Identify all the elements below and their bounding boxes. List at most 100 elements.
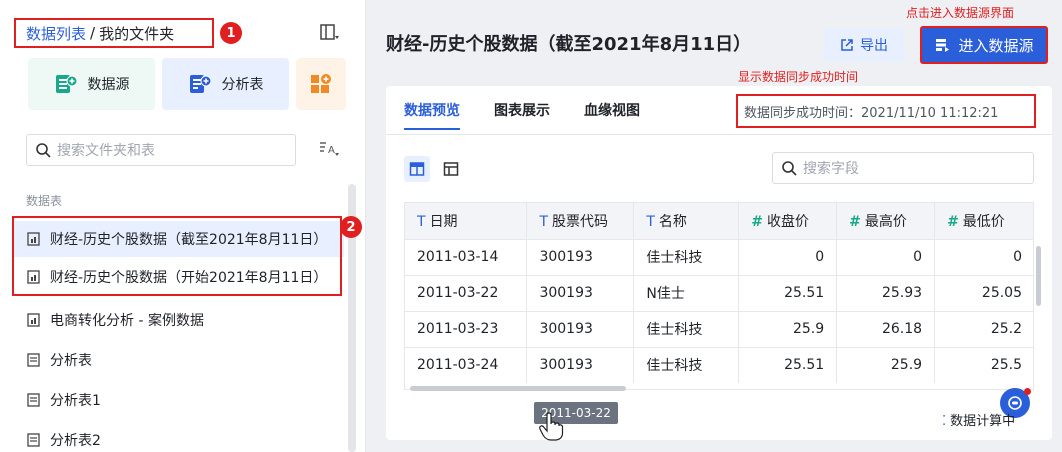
text-type-icon: T [417,213,426,230]
enter-datasource-label: 进入数据源 [958,36,1034,55]
field-search-placeholder: 搜索字段 [803,161,859,177]
data-panel: 数据预览 图表展示 血缘视图 数据同步成功时间：2021/11/10 11:12… [386,86,1052,441]
table-cell[interactable]: 25.51 [738,346,838,383]
table-cell[interactable]: 佳士科技 [633,310,740,347]
sheet-icon [27,353,40,367]
table-cell[interactable]: 佳士科技 [633,238,740,275]
section-label-tables: 数据表 [26,194,63,208]
folder-search-input[interactable]: 搜索文件夹和表 [26,134,296,166]
calculation-status: ⁚ 数据计算中 [942,410,1015,429]
sheet-icon [27,393,40,407]
table-view-icon[interactable] [404,156,430,182]
tab-data-preview[interactable]: 数据预览 [404,100,460,130]
list-item-analysis-2[interactable]: 分析表2 [14,422,344,452]
column-label: 名称 [658,213,687,230]
field-view-icon[interactable] [438,156,464,182]
list-item-analysis[interactable]: 分析表 [14,342,344,378]
table-cell[interactable]: 26.18 [836,310,936,347]
add-datasource-icon [54,72,78,96]
column-label: 股票代码 [552,213,608,230]
table-vertical-scrollbar[interactable] [1036,246,1041,306]
table-cell[interactable]: N佳士 [633,274,740,311]
column-label: 最高价 [864,213,907,230]
add-analysis-button[interactable]: 分析表 [162,58,289,110]
table-row: 2011-03-23 300193 佳士科技 25.9 26.18 25.2 [405,310,1033,347]
table-cell[interactable]: 25.9 [836,346,936,383]
list-item-ecommerce[interactable]: 电商转化分析 - 案例数据 [14,302,344,338]
export-label: 导出 [860,38,888,54]
table-cell[interactable]: 0 [934,238,1033,275]
table-cell[interactable]: 300193 [526,238,635,275]
annotation-badge-1: 1 [220,22,242,44]
table-cell[interactable]: 佳士科技 [633,346,740,383]
text-type-icon: T [646,213,655,230]
chat-icon [1008,396,1022,410]
list-item-label: 分析表2 [50,433,101,449]
annotation-box-items [12,216,342,296]
svg-text:A: A [328,145,335,156]
export-icon [841,39,853,51]
analysis-label: 分析表 [221,77,264,93]
column-header[interactable]: # 最低价 [934,203,1033,239]
column-label: 最低价 [962,213,1005,230]
search-icon [36,143,51,158]
number-type-icon: # [947,213,959,230]
sidebar: 数据列表 / 我的文件夹 1 数据源 分析表 搜索文件夹和表 A 数据表 财经-… [0,0,366,452]
field-search-input[interactable]: 搜索字段 [772,152,1034,184]
export-button[interactable]: 导出 [824,28,904,62]
loading-spinner-icon: ⁚ [942,414,947,429]
number-type-icon: # [751,213,763,230]
enter-datasource-button[interactable]: 进入数据源 [920,26,1048,64]
tab-chart-display[interactable]: 图表展示 [494,100,550,130]
hand-cursor-icon [539,412,564,441]
table-cell[interactable]: 25.9 [738,310,838,347]
dataset-icon [27,313,40,327]
table-cell[interactable]: 300193 [526,274,635,311]
tab-divider [386,134,1052,135]
sort-icon[interactable]: A [318,140,340,158]
table-cell[interactable]: 0 [738,238,838,275]
table-row: 2011-03-14 300193 佳士科技 0 0 0 [405,238,1033,275]
sheet-icon [27,433,40,447]
table-horizontal-scrollbar[interactable] [410,386,626,391]
annotation-badge-2: 2 [340,216,362,238]
table-header-row: T 日期 T 股票代码 T 名称 # 收盘价 # 最高价 # 最低价 [405,203,1033,239]
tab-lineage-view[interactable]: 血缘视图 [584,100,640,130]
tab-bar: 数据预览 图表展示 血缘视图 [404,100,674,130]
column-header[interactable]: # 收盘价 [738,203,838,239]
table-cell[interactable]: 2011-03-24 [405,346,528,383]
column-header[interactable]: T 日期 [405,203,528,239]
table-row: 2011-03-22 300193 N佳士 25.51 25.93 25.05 [405,274,1033,311]
table-cell[interactable]: 300193 [526,346,635,383]
breadcrumb-root-link[interactable]: 数据列表 [26,23,86,44]
list-item-label: 分析表1 [50,393,101,409]
list-item-analysis-1[interactable]: 分析表1 [14,382,344,418]
add-dashboard-button[interactable] [296,58,346,110]
table-cell[interactable]: 25.5 [934,346,1033,383]
list-item-label: 电商转化分析 - 案例数据 [50,313,204,329]
collapse-panel-icon[interactable] [320,24,340,42]
sync-time-status: 数据同步成功时间：2021/11/10 11:12:21 [736,94,1036,128]
table-cell[interactable]: 300193 [526,310,635,347]
table-cell[interactable]: 2011-03-23 [405,310,528,347]
column-header[interactable]: T 名称 [633,203,740,239]
search-icon [782,161,797,176]
table-cell[interactable]: 2011-03-22 [405,274,528,311]
column-header[interactable]: # 最高价 [836,203,936,239]
page-title: 财经-历史个股数据（截至2021年8月11日） [386,34,752,55]
table-cell[interactable]: 25.51 [738,274,838,311]
table-cell[interactable]: 25.93 [836,274,936,311]
annotation-sync-text: 显示数据同步成功时间 [738,70,859,84]
table-cell[interactable]: 0 [836,238,936,275]
text-type-icon: T [539,213,548,230]
table-cell[interactable]: 25.05 [934,274,1033,311]
column-header[interactable]: T 股票代码 [526,203,635,239]
add-datasource-button[interactable]: 数据源 [28,58,155,110]
breadcrumb-separator: / [90,24,96,42]
main-area: 点击进入数据源界面 财经-历史个股数据（截至2021年8月11日） 导出 进入数… [366,0,1062,452]
table-cell[interactable]: 2011-03-14 [405,238,528,275]
number-type-icon: # [849,213,861,230]
table-cell[interactable]: 25.2 [934,310,1033,347]
list-item-label: 分析表 [50,353,92,369]
add-analysis-icon [188,72,212,96]
